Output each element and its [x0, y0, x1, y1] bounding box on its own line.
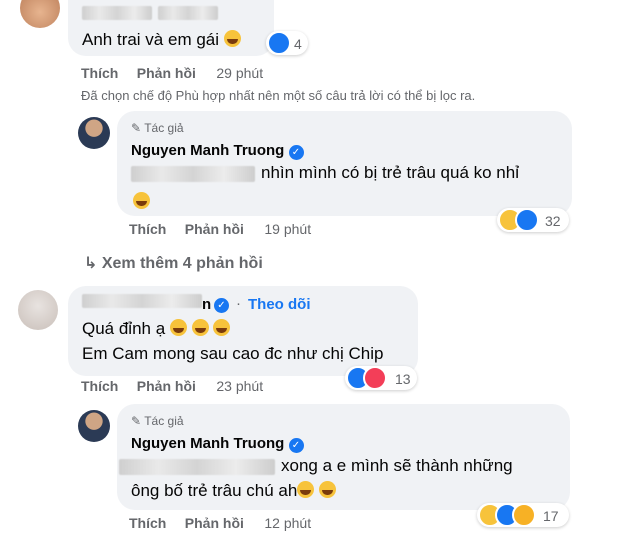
commenter-name-text[interactable]: Nguyen Manh Truong [131, 435, 284, 452]
verified-badge-icon: ✓ [214, 298, 229, 313]
see-more-replies-link[interactable]: ↳ Xem thêm 4 phản hồi [84, 253, 263, 273]
reply-button[interactable]: Phản hồi [185, 221, 244, 237]
timestamp[interactable]: 19 phút [264, 221, 311, 237]
pen-icon: ✎ [131, 121, 142, 135]
pen-icon: ✎ [131, 414, 142, 428]
avatar[interactable] [20, 0, 60, 28]
comment-bubble: n ✓ · Theo dõi Quá đỉnh ạ Em Cam mong sa… [68, 286, 418, 376]
comment-actions: Thích Phản hồi 23 phút [81, 378, 263, 396]
author-badge-label: Tác giả [144, 414, 184, 428]
comment-text: Anh trai và em gái [82, 30, 241, 50]
author-avatar[interactable] [78, 410, 110, 442]
reaction-count: 13 [395, 371, 411, 387]
reply-bubble: ✎ Tác giả Nguyen Manh Truong ✓ nhìn mình… [117, 111, 572, 216]
blurred-name [82, 6, 152, 20]
grinning-emoji-icon [297, 481, 315, 498]
comment-actions: Thích Phản hồi 29 phút [81, 65, 263, 83]
commenter-name[interactable]: Nguyen Manh Truong ✓ [131, 142, 304, 160]
author-badge: ✎ Tác giả [131, 121, 184, 135]
laughing-emoji-icon [319, 481, 337, 498]
laughing-emoji-icon [169, 319, 187, 336]
care-reaction-icon [512, 503, 536, 527]
comment-text-line1: Quá đỉnh ạ [82, 319, 231, 339]
author-avatar[interactable] [78, 117, 110, 149]
comment-bubble: Anh trai và em gái [68, 0, 274, 56]
reply-arrow-icon: ↳ [84, 255, 98, 272]
filter-notice: Đã chọn chế độ Phù hợp nhất nên một số c… [81, 88, 476, 103]
reply-text: nhìn mình có bị trẻ trâu quá ko nhỉ [261, 163, 519, 182]
commenter-name[interactable]: Nguyen Manh Truong ✓ [131, 435, 304, 453]
blurred-name [82, 294, 202, 308]
smiling-emoji-icon [133, 192, 150, 209]
reply-button[interactable]: Phản hồi [137, 65, 196, 81]
like-button[interactable]: Thích [81, 378, 118, 394]
reaction-summary[interactable]: 4 [266, 31, 308, 55]
see-more-label[interactable]: Xem thêm 4 phản hồi [102, 255, 263, 272]
separator-dot: · [236, 295, 241, 312]
blurred-tag [131, 166, 255, 182]
reply-button[interactable]: Phản hồi [137, 378, 196, 394]
blurred-tag [119, 459, 275, 475]
timestamp[interactable]: 23 phút [216, 378, 263, 394]
verified-badge-icon: ✓ [288, 145, 304, 160]
comment-text-line2: Em Cam mong sau cao đc như chị Chip [82, 344, 384, 363]
reaction-summary[interactable]: 17 [477, 503, 569, 527]
reaction-count: 4 [294, 36, 302, 52]
reply-button[interactable]: Phản hồi [185, 515, 244, 531]
reply-text-line2: ông bố trẻ trâu chú ah [131, 481, 337, 501]
follow-button[interactable]: Theo dõi [248, 296, 311, 313]
reply-bubble: ✎ Tác giả Nguyen Manh Truong ✓ xong a e … [117, 404, 570, 510]
reaction-count: 32 [545, 213, 561, 229]
reaction-summary[interactable]: 13 [345, 366, 417, 390]
comment-text-content: Quá đỉnh ạ [82, 319, 166, 338]
verified-badge-icon: ✓ [288, 438, 304, 453]
like-button[interactable]: Thích [129, 515, 166, 531]
commenter-name-text[interactable]: Nguyen Manh Truong [131, 142, 284, 159]
timestamp[interactable]: 12 phút [264, 515, 311, 531]
laughing-emoji-icon [223, 30, 241, 47]
avatar[interactable] [18, 290, 58, 330]
like-reaction-icon [515, 208, 539, 232]
laughing-emoji-icon [191, 319, 209, 336]
love-reaction-icon [363, 366, 387, 390]
like-button[interactable]: Thích [129, 221, 166, 237]
commenter-name-suffix[interactable]: n [202, 296, 211, 313]
comment-text-content: Anh trai và em gái [82, 30, 220, 49]
author-badge-label: Tác giả [144, 121, 184, 135]
laughing-emoji-icon [213, 319, 231, 336]
blurred-name [158, 6, 218, 20]
reaction-count: 17 [543, 508, 559, 524]
reply-text-line1: xong a e mình sẽ thành những [281, 456, 513, 475]
reply-text-content: ông bố trẻ trâu chú ah [131, 481, 298, 500]
like-reaction-icon [267, 31, 291, 55]
reply-actions: Thích Phản hồi 12 phút [129, 515, 311, 533]
reaction-summary[interactable]: 32 [497, 208, 569, 232]
author-badge: ✎ Tác giả [131, 414, 184, 428]
reply-actions: Thích Phản hồi 19 phút [129, 221, 311, 239]
timestamp[interactable]: 29 phút [216, 65, 263, 81]
like-button[interactable]: Thích [81, 65, 118, 81]
